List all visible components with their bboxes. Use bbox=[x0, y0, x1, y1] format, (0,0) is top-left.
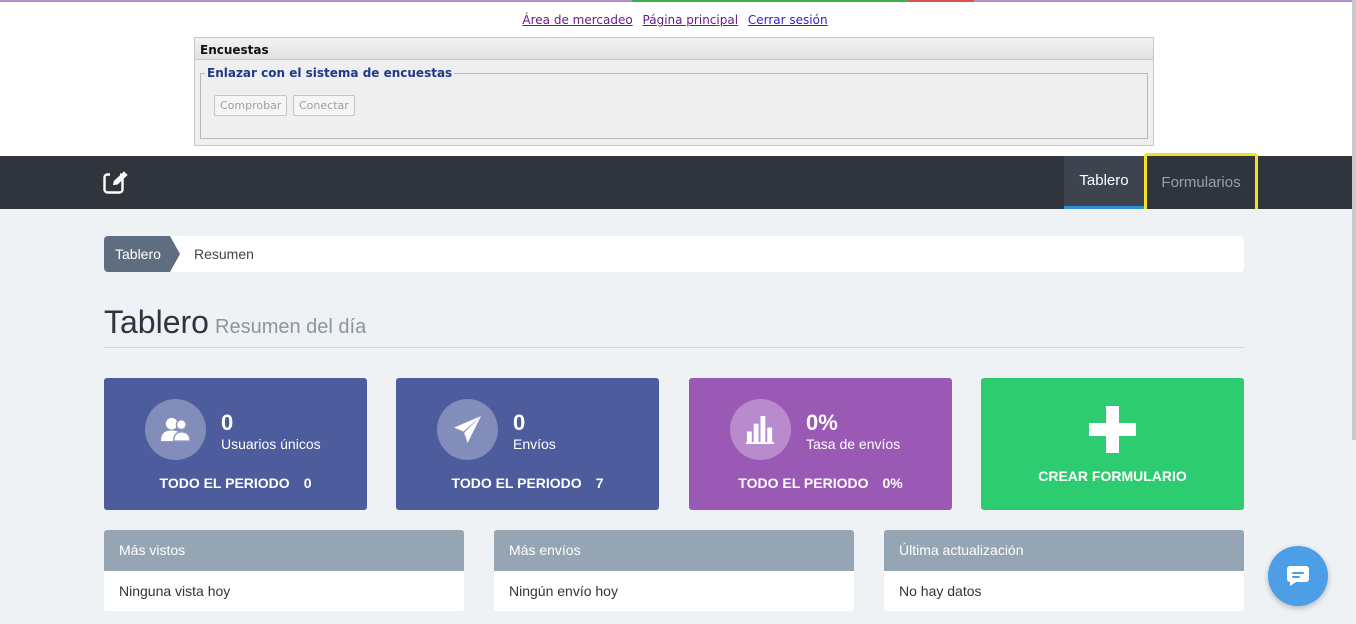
surveys-box: Encuestas Enlazar con el sistema de encu… bbox=[194, 37, 1154, 146]
period-value: 0 bbox=[303, 475, 312, 491]
period-value: 7 bbox=[595, 475, 604, 491]
dashboard-main: Tablero Resumen Tablero Resumen del día … bbox=[0, 209, 1356, 624]
connect-button[interactable]: Conectar bbox=[293, 95, 355, 116]
home-page-link[interactable]: Página principal bbox=[643, 13, 739, 27]
create-form-button[interactable]: CREAR FORMULARIO bbox=[981, 378, 1244, 510]
period-label: TODO EL PERIODO bbox=[451, 475, 582, 491]
panel-title: Más vistos bbox=[104, 530, 464, 571]
period-label: TODO EL PERIODO bbox=[159, 475, 290, 491]
marketing-area-link[interactable]: Área de mercadeo bbox=[522, 13, 632, 27]
legacy-panel: Área de mercadeo Página principal Cerrar… bbox=[194, 2, 1156, 146]
create-form-label: CREAR FORMULARIO bbox=[1038, 468, 1187, 484]
stat-card-submissions: 0 Envíos TODO EL PERIODO 7 bbox=[396, 378, 659, 510]
title-divider bbox=[104, 347, 1244, 348]
panel-body: Ningún envío hoy bbox=[509, 583, 618, 599]
unique-users-value: 0 bbox=[221, 410, 234, 435]
bar-chart-icon bbox=[730, 399, 791, 460]
panel-most-submissions: Más envíos Ningún envío hoy bbox=[494, 530, 854, 611]
submissions-period: TODO EL PERIODO 7 bbox=[396, 475, 659, 491]
panel-body: No hay datos bbox=[899, 583, 982, 599]
period-label: TODO EL PERIODO bbox=[738, 475, 869, 491]
fieldset-legend: Enlazar con el sistema de encuestas bbox=[205, 66, 455, 80]
period-value: 0% bbox=[882, 475, 903, 491]
breadcrumb-item-dashboard[interactable]: Tablero bbox=[104, 236, 180, 272]
chat-icon bbox=[1287, 566, 1309, 586]
panel-title: Última actualización bbox=[884, 530, 1244, 571]
paper-plane-icon bbox=[437, 399, 498, 460]
tab-forms[interactable]: Formularios bbox=[1144, 153, 1258, 212]
chat-button[interactable] bbox=[1268, 546, 1328, 606]
panel-last-update: Última actualización No hay datos bbox=[884, 530, 1244, 611]
check-button[interactable]: Comprobar bbox=[214, 95, 288, 116]
survey-link-fieldset: Enlazar con el sistema de encuestas Comp… bbox=[200, 66, 1148, 139]
legacy-links: Área de mercadeo Página principal Cerrar… bbox=[194, 13, 1156, 27]
top-navbar: Tablero Formularios bbox=[0, 153, 1356, 212]
stat-card-unique-users: 0 Usuarios únicos TODO EL PERIODO 0 bbox=[104, 378, 367, 510]
submission-rate-value: 0% bbox=[806, 410, 838, 435]
breadcrumb-item-summary: Resumen bbox=[194, 246, 254, 262]
breadcrumb: Tablero Resumen bbox=[104, 236, 1244, 272]
submissions-value: 0 bbox=[513, 410, 526, 435]
unique-users-period: TODO EL PERIODO 0 bbox=[104, 475, 367, 491]
page-title: Tablero bbox=[104, 304, 209, 340]
submissions-label: Envíos bbox=[513, 436, 556, 452]
surveys-title: Encuestas bbox=[195, 38, 1153, 60]
edit-icon[interactable] bbox=[103, 170, 129, 194]
tab-dashboard[interactable]: Tablero bbox=[1064, 156, 1144, 209]
panel-body: Ninguna vista hoy bbox=[119, 583, 231, 599]
logout-link[interactable]: Cerrar sesión bbox=[748, 13, 828, 27]
submission-rate-period: TODO EL PERIODO 0% bbox=[689, 475, 952, 491]
scrollbar[interactable] bbox=[1352, 0, 1356, 440]
stat-card-submission-rate: 0% Tasa de envíos TODO EL PERIODO 0% bbox=[689, 378, 952, 510]
submission-rate-label: Tasa de envíos bbox=[806, 436, 901, 452]
panel-most-viewed: Más vistos Ninguna vista hoy bbox=[104, 530, 464, 611]
unique-users-label: Usuarios únicos bbox=[221, 436, 321, 452]
users-icon bbox=[145, 399, 206, 460]
page-subtitle: Resumen del día bbox=[215, 316, 367, 338]
panel-title: Más envíos bbox=[494, 530, 854, 571]
